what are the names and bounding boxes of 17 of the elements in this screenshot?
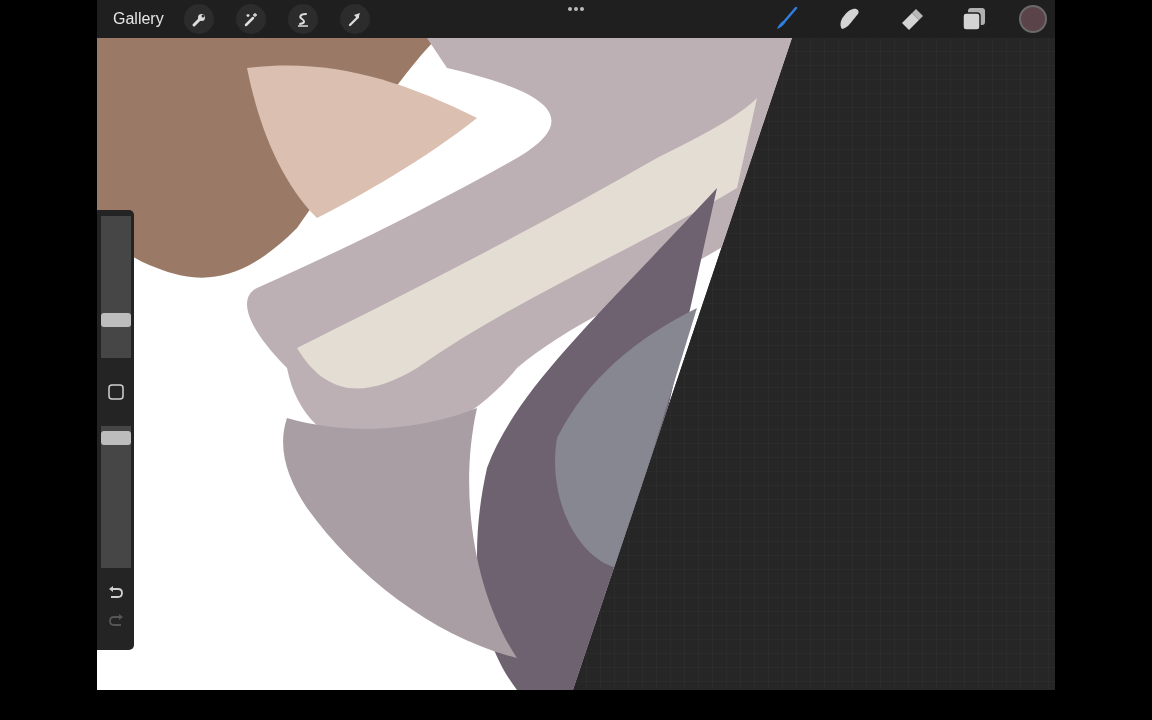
undo-button[interactable] [107,586,124,600]
undo-icon [107,586,124,600]
slider-thumb[interactable] [100,431,131,445]
gallery-button[interactable]: Gallery [113,7,164,31]
opacity-slider[interactable] [100,426,131,568]
modify-button[interactable] [107,384,124,400]
color-swatch[interactable] [1019,5,1047,33]
arrow-button[interactable] [339,4,370,34]
magic-wand-icon [242,10,260,28]
brush-size-slider[interactable] [100,216,131,358]
selection-button[interactable] [287,4,318,34]
handle-icon[interactable] [567,6,585,12]
layers-icon [960,5,988,33]
wrench-button[interactable] [183,4,214,34]
magic-wand-button[interactable] [235,4,266,34]
slider-thumb[interactable] [100,313,131,327]
redo-icon [107,614,124,628]
